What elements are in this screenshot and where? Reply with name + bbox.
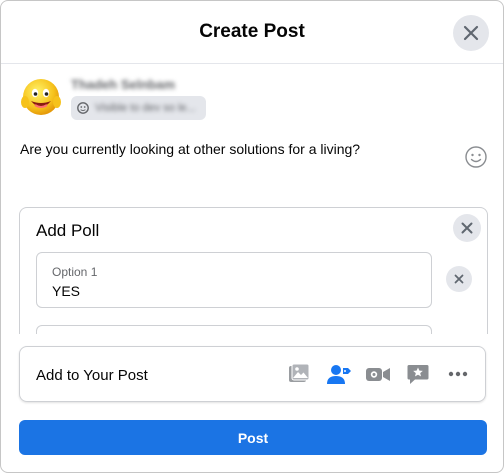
feeling-activity-button[interactable] [405, 361, 431, 387]
tag-people-icon [327, 365, 351, 384]
audience-label: Visible to dev so le... [95, 102, 196, 114]
photo-video-button[interactable] [286, 361, 312, 387]
emoji-button[interactable] [464, 145, 488, 169]
live-video-button[interactable] [365, 361, 391, 387]
audience-icon [77, 102, 89, 114]
post-button[interactable]: Post [19, 420, 487, 455]
poll-title: Add Poll [36, 221, 100, 240]
avatar[interactable] [19, 75, 63, 119]
more-options-button[interactable] [445, 361, 471, 387]
author-row: Thadeh Selnbam Visible to dev so le... [19, 75, 479, 123]
poll-option-1-label: Option 1 [52, 265, 98, 279]
poll-option-1-field[interactable]: Option 1 YES [36, 252, 432, 308]
post-text-input[interactable]: Are you currently looking at other solut… [20, 141, 450, 157]
poll-option-2-field[interactable] [36, 325, 432, 334]
close-icon [463, 25, 479, 41]
dialog-header: Create Post [1, 1, 503, 64]
audience-selector[interactable]: Visible to dev so le... [71, 96, 206, 120]
poll-panel: Add Poll Option 1 YES [19, 207, 488, 334]
poll-option-1-value: YES [52, 283, 81, 299]
tag-people-button[interactable] [326, 361, 352, 387]
live-video-icon [366, 368, 390, 381]
add-to-post-bar: Add to Your Post [19, 346, 486, 402]
add-to-post-label: Add to Your Post [36, 367, 148, 384]
remove-option-button[interactable] [446, 266, 472, 292]
close-icon [454, 274, 464, 284]
create-post-dialog: Create Post Thadeh Selnbam Visible to de… [0, 0, 504, 473]
close-icon [461, 222, 473, 234]
feeling-activity-icon [407, 365, 429, 384]
photo-video-icon [289, 363, 310, 382]
close-button[interactable] [453, 15, 489, 51]
dialog-title: Create Post [199, 21, 305, 42]
emoji-icon [465, 146, 487, 168]
author-name: Thadeh Selnbam [71, 77, 176, 92]
smiley-avatar-icon [21, 79, 61, 115]
remove-poll-button[interactable] [453, 214, 481, 242]
more-icon [448, 371, 468, 377]
